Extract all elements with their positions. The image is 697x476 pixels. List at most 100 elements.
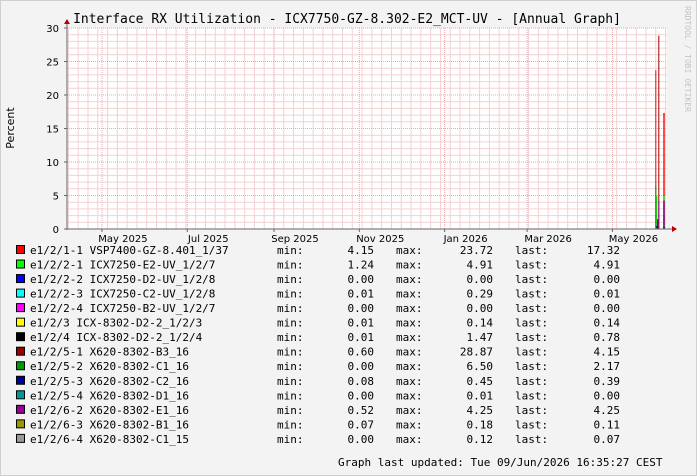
legend-max-label: max: xyxy=(396,259,423,272)
legend-min-label: min: xyxy=(277,375,304,388)
legend-series-name: e1/2/6-2 X620-8302-E1_16 xyxy=(30,404,189,417)
legend-max-value: 1.47 xyxy=(467,331,494,344)
legend-min-value: 0.00 xyxy=(348,302,375,315)
legend-min-label: min: xyxy=(277,331,304,344)
legend-swatch xyxy=(16,303,25,313)
legend-swatch xyxy=(16,390,25,400)
legend-swatch xyxy=(16,404,25,414)
legend-last-value: 4.25 xyxy=(594,404,621,417)
legend-min-label: min: xyxy=(277,288,304,301)
legend-last-label: last: xyxy=(515,302,548,315)
legend-last-label: last: xyxy=(515,331,548,344)
legend-min-value: 0.01 xyxy=(348,317,375,330)
legend-series-name: e1/2/6-3 X620-8302-B1_16 xyxy=(30,418,189,431)
legend-series-name: e1/2/6-4 X620-8302-C1_15 xyxy=(30,433,189,446)
rx-utilization-chart: Interface RX Utilization - ICX7750-GZ-8.… xyxy=(0,0,697,476)
rrdtool-watermark: RRDTOOL / TOBI OETIKER xyxy=(683,6,692,112)
legend-last-value: 2.17 xyxy=(594,360,621,373)
legend-last-label: last: xyxy=(515,404,548,417)
legend-min-value: 0.01 xyxy=(348,331,375,344)
legend-max-label: max: xyxy=(396,433,423,446)
legend-min-label: min: xyxy=(277,317,304,330)
legend-last-value: 0.00 xyxy=(594,389,621,402)
legend-max-value: 6.50 xyxy=(467,360,494,373)
legend-series-name: e1/2/5-3 X620-8302-C2_16 xyxy=(30,375,189,388)
legend-series-name: e1/2/5-2 X620-8302-C1_16 xyxy=(30,360,189,373)
legend-swatch xyxy=(16,346,25,356)
y-tick-label: 30 xyxy=(46,24,59,35)
legend-max-value: 0.29 xyxy=(467,288,494,301)
legend-series-name: e1/2/5-4 X620-8302-D1_16 xyxy=(30,389,189,402)
legend-last-value: 0.39 xyxy=(594,375,621,388)
legend-last-value: 17.32 xyxy=(587,244,620,257)
legend-min-value: 0.01 xyxy=(348,288,375,301)
legend-last-value: 4.15 xyxy=(594,346,621,359)
y-tick-label: 20 xyxy=(46,91,59,102)
legend-swatch xyxy=(16,375,25,385)
legend-series-name: e1/2/4 ICX-8302-D2-2_1/2/4 xyxy=(30,331,203,344)
legend-min-value: 0.00 xyxy=(348,433,375,446)
legend-min-label: min: xyxy=(277,418,304,431)
legend-last-label: last: xyxy=(515,317,548,330)
legend-min-label: min: xyxy=(277,346,304,359)
legend-max-label: max: xyxy=(396,360,423,373)
legend-last-label: last: xyxy=(515,288,548,301)
last-updated-footer: Graph last updated: Tue 09/Jun/2026 16:3… xyxy=(338,456,663,469)
legend-max-label: max: xyxy=(396,346,423,359)
legend-min-label: min: xyxy=(277,302,304,315)
legend-series-name: e1/2/2-4 ICX7250-B2-UV_1/2/7 xyxy=(30,302,215,315)
legend-last-label: last: xyxy=(515,433,548,446)
legend-min-value: 0.08 xyxy=(348,375,375,388)
y-tick-label: 5 xyxy=(53,192,59,203)
legend-last-value: 0.14 xyxy=(594,317,621,330)
graph-frame: Interface RX Utilization - ICX7750-GZ-8.… xyxy=(0,0,697,476)
legend-min-value: 0.00 xyxy=(348,389,375,402)
legend-last-label: last: xyxy=(515,360,548,373)
legend-last-label: last: xyxy=(515,259,548,272)
legend-swatch xyxy=(16,288,25,298)
legend-last-label: last: xyxy=(515,418,548,431)
legend-max-value: 4.25 xyxy=(467,404,494,417)
y-tick-label: 10 xyxy=(46,158,59,169)
legend-max-value: 0.00 xyxy=(467,302,494,315)
legend-last-value: 0.00 xyxy=(594,273,621,286)
legend-min-label: min: xyxy=(277,360,304,373)
legend-series-name: e1/2/2-1 ICX7250-E2-UV_1/2/7 xyxy=(30,259,215,272)
legend-last-value: 0.00 xyxy=(594,302,621,315)
legend-max-label: max: xyxy=(396,273,423,286)
legend-max-value: 0.01 xyxy=(467,389,494,402)
legend-min-value: 1.24 xyxy=(348,259,375,272)
legend-max-value: 0.14 xyxy=(467,317,494,330)
legend-swatch xyxy=(16,332,25,342)
y-tick-label: 25 xyxy=(46,58,59,69)
legend-min-value: 0.52 xyxy=(348,404,375,417)
y-tick-label: 0 xyxy=(53,225,59,236)
legend-min-label: min: xyxy=(277,404,304,417)
legend-series-name: e1/2/1-1 VSP7400-GZ-8.401_1/37 xyxy=(30,244,229,257)
legend-last-label: last: xyxy=(515,346,548,359)
legend-swatch xyxy=(16,433,25,443)
legend-max-value: 28.87 xyxy=(460,346,493,359)
legend-last-value: 0.11 xyxy=(594,418,621,431)
legend-max-value: 0.18 xyxy=(467,418,494,431)
legend-min-label: min: xyxy=(277,259,304,272)
legend-min-value: 0.60 xyxy=(348,346,375,359)
chart-title: Interface RX Utilization - ICX7750-GZ-8.… xyxy=(73,12,621,27)
legend-last-label: last: xyxy=(515,375,548,388)
legend-max-label: max: xyxy=(396,418,423,431)
legend-swatch xyxy=(16,274,25,284)
legend-min-value: 0.00 xyxy=(348,360,375,373)
legend-max-label: max: xyxy=(396,375,423,388)
legend-min-value: 0.07 xyxy=(348,418,375,431)
legend-last-label: last: xyxy=(515,244,548,257)
legend-last-value: 0.78 xyxy=(594,331,621,344)
legend-min-value: 4.15 xyxy=(348,244,375,257)
legend-max-label: max: xyxy=(396,317,423,330)
legend-last-label: last: xyxy=(515,273,548,286)
legend-min-label: min: xyxy=(277,433,304,446)
legend-series-name: e1/2/2-3 ICX7250-C2-UV_1/2/8 xyxy=(30,288,215,301)
legend-swatch xyxy=(16,419,25,429)
legend-swatch xyxy=(16,245,25,254)
legend-max-label: max: xyxy=(396,404,423,417)
legend-max-value: 0.00 xyxy=(467,273,494,286)
